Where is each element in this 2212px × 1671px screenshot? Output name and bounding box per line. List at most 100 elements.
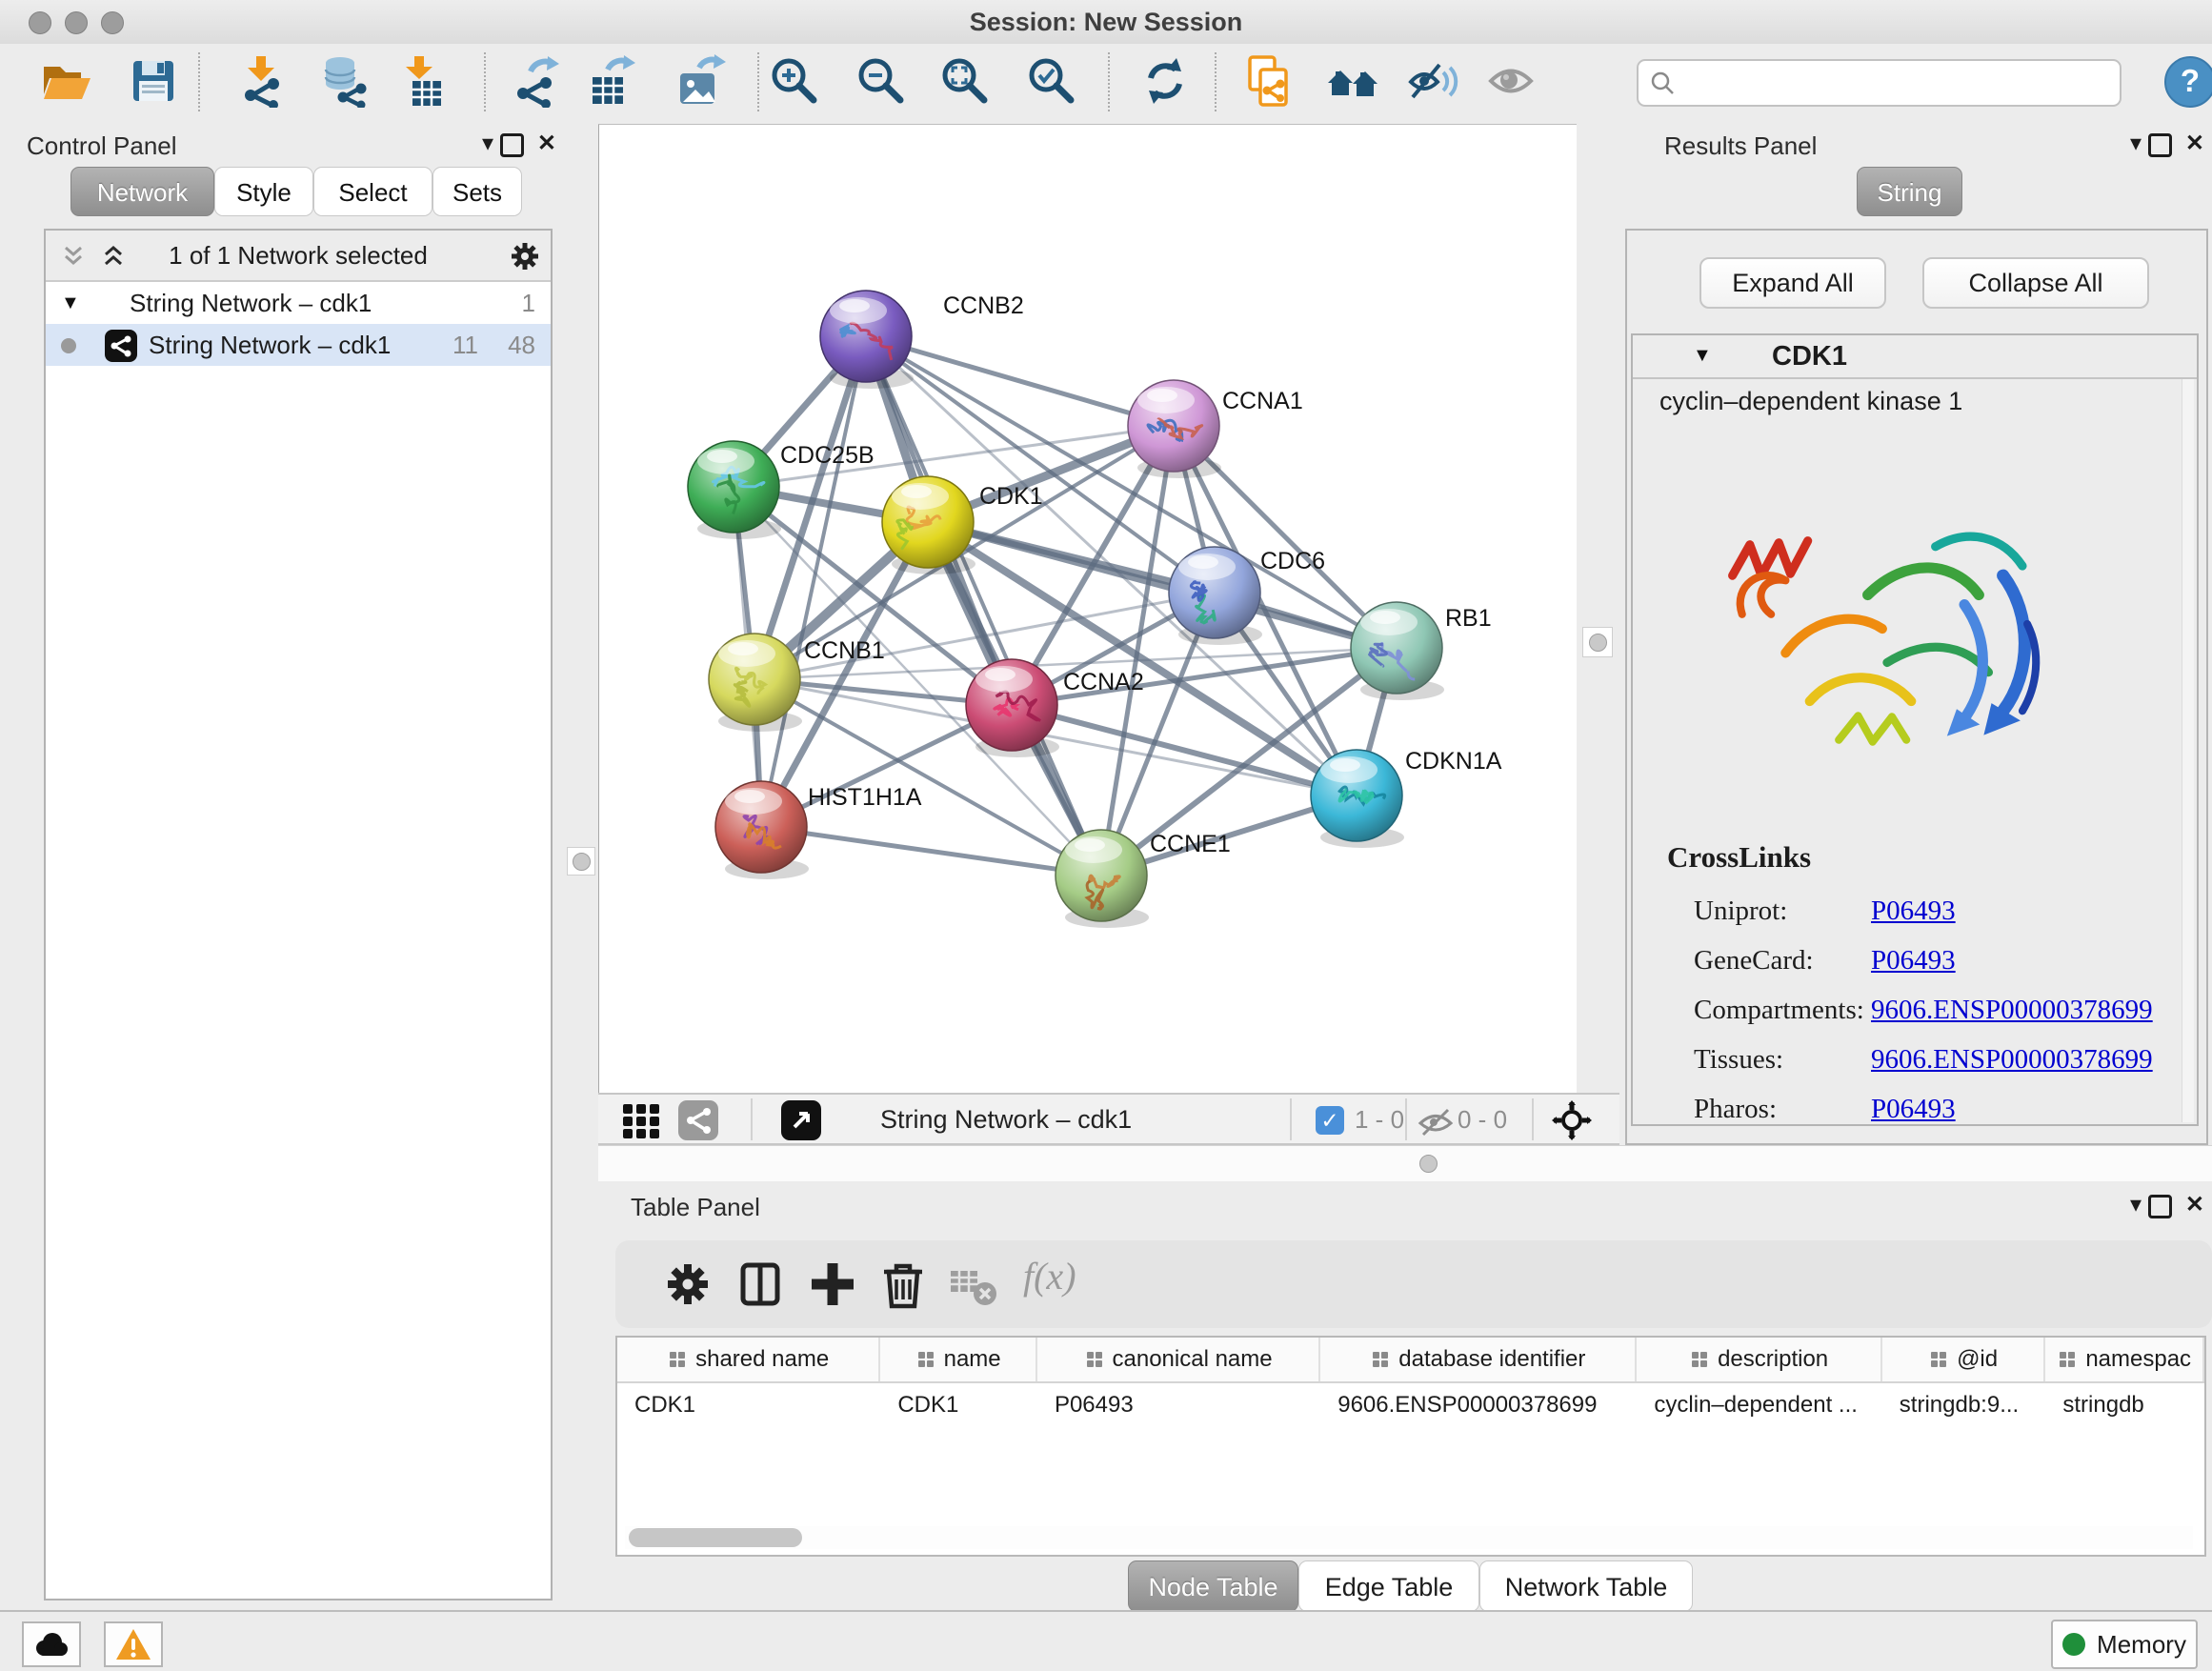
open-session-icon[interactable] bbox=[40, 54, 93, 108]
splitter-handle-icon[interactable] bbox=[1582, 627, 1613, 657]
first-neighbors-icon[interactable] bbox=[1326, 54, 1379, 108]
memory-label: Memory bbox=[2097, 1630, 2186, 1660]
selected-checkbox-icon[interactable]: ✓ bbox=[1316, 1106, 1344, 1135]
network-view-icon[interactable] bbox=[678, 1100, 718, 1140]
section-expander-icon[interactable]: ▼ bbox=[1693, 345, 1712, 367]
column-header-namespac[interactable]: namespac bbox=[2045, 1338, 2204, 1381]
table-cell[interactable]: CDK1 bbox=[617, 1383, 880, 1427]
refresh-icon[interactable] bbox=[1138, 54, 1192, 108]
network-collection-row[interactable]: ▼ String Network – cdk1 1 bbox=[46, 282, 551, 324]
horizontal-splitter[interactable] bbox=[598, 1145, 2212, 1183]
collection-count: 1 bbox=[522, 282, 535, 324]
table-cell[interactable]: stringdb:9... bbox=[1882, 1383, 2046, 1427]
crosslink-link[interactable]: P06493 bbox=[1871, 896, 1956, 927]
column-header-canonical-name[interactable]: canonical name bbox=[1037, 1338, 1320, 1381]
gear-icon[interactable] bbox=[511, 242, 539, 271]
tab-edge-table[interactable]: Edge Table bbox=[1298, 1560, 1479, 1612]
tab-string[interactable]: String bbox=[1857, 167, 1962, 216]
column-header--id[interactable]: @id bbox=[1882, 1338, 2046, 1381]
search-input[interactable] bbox=[1684, 63, 2107, 101]
close-panel-icon[interactable]: ✕ bbox=[537, 130, 556, 157]
import-database-icon[interactable] bbox=[319, 54, 372, 108]
show-all-icon[interactable] bbox=[1485, 54, 1538, 108]
zoom-out-icon[interactable] bbox=[855, 54, 908, 108]
zoom-fit-icon[interactable] bbox=[938, 54, 992, 108]
tab-sets[interactable]: Sets bbox=[432, 167, 522, 216]
export-table-icon[interactable] bbox=[585, 54, 638, 108]
left-splitter[interactable] bbox=[564, 124, 598, 1610]
protein-section-header[interactable]: ▼ CDK1 bbox=[1633, 335, 2197, 379]
import-network-icon[interactable] bbox=[237, 54, 291, 108]
warning-icon bbox=[114, 1627, 152, 1661]
maximize-panel-icon[interactable] bbox=[500, 133, 524, 157]
crosslink-link[interactable]: 9606.ENSP00000378699 bbox=[1871, 995, 2153, 1026]
tab-style[interactable]: Style bbox=[214, 167, 313, 216]
edge-CCNB2-HIST1H1A[interactable] bbox=[761, 336, 866, 827]
edge-HIST1H1A-CCNE1[interactable] bbox=[761, 827, 1101, 876]
network-canvas[interactable]: CCNB2CCNA1CDC25BCDK1CDC6RB1CCNB1CCNA2CDK… bbox=[598, 124, 1578, 1094]
protein-name: CDK1 bbox=[1772, 335, 1847, 377]
network-list-header: 1 of 1 Network selected bbox=[46, 231, 551, 282]
delete-column-icon[interactable] bbox=[876, 1258, 930, 1311]
table-cell[interactable]: stringdb bbox=[2045, 1383, 2204, 1427]
expand-all-button[interactable]: Expand All bbox=[1699, 257, 1886, 309]
warning-button[interactable] bbox=[104, 1621, 163, 1667]
crosslink-link[interactable]: P06493 bbox=[1871, 1094, 1956, 1125]
tab-node-table[interactable]: Node Table bbox=[1128, 1560, 1298, 1612]
network-row[interactable]: String Network – cdk1 11 48 bbox=[46, 324, 551, 366]
hide-selected-icon[interactable] bbox=[1405, 54, 1458, 108]
export-image-icon[interactable] bbox=[674, 54, 728, 108]
table-cell[interactable]: CDK1 bbox=[880, 1383, 1037, 1427]
float-panel-icon[interactable]: ▾ bbox=[2130, 130, 2142, 157]
scrollbar-thumb[interactable] bbox=[629, 1528, 802, 1547]
tab-network-table[interactable]: Network Table bbox=[1479, 1560, 1693, 1612]
crosslinks-heading: CrossLinks bbox=[1667, 840, 2182, 875]
toolbar-separator bbox=[1108, 52, 1110, 111]
search-field[interactable] bbox=[1637, 59, 2122, 107]
grid-view-icon[interactable] bbox=[621, 1100, 661, 1140]
collection-expander-icon[interactable]: ▼ bbox=[61, 282, 80, 324]
table-panel: Table Panel ▾ ✕ f(x) shared namena bbox=[598, 1181, 2212, 1610]
results-scrollbar[interactable] bbox=[2182, 379, 2194, 1122]
collapse-all-button[interactable]: Collapse All bbox=[1922, 257, 2149, 309]
duplicate-network-icon[interactable] bbox=[1242, 54, 1296, 108]
table-row[interactable]: CDK1CDK1P064939606.ENSP00000378699cyclin… bbox=[617, 1383, 2204, 1427]
table-settings-gear-icon[interactable] bbox=[661, 1258, 714, 1311]
tab-select[interactable]: Select bbox=[313, 167, 432, 216]
table-cell[interactable]: 9606.ENSP00000378699 bbox=[1320, 1383, 1637, 1427]
column-header-shared-name[interactable]: shared name bbox=[617, 1338, 880, 1381]
cloud-button[interactable] bbox=[22, 1621, 81, 1667]
splitter-handle-icon[interactable] bbox=[1419, 1155, 1438, 1173]
crosslink-link[interactable]: P06493 bbox=[1871, 945, 1956, 976]
help-button[interactable]: ? bbox=[2164, 56, 2212, 108]
tab-network[interactable]: Network bbox=[70, 167, 214, 216]
float-panel-icon[interactable]: ▾ bbox=[482, 130, 493, 157]
export-network-icon[interactable] bbox=[512, 54, 565, 108]
memory-button[interactable]: Memory bbox=[2051, 1620, 2198, 1669]
table-hscrollbar[interactable] bbox=[625, 1526, 2193, 1549]
add-column-icon[interactable] bbox=[806, 1258, 859, 1311]
function-builder-icon: f(x) bbox=[1023, 1254, 1076, 1299]
column-header-description[interactable]: description bbox=[1637, 1338, 1881, 1381]
maximize-panel-icon[interactable] bbox=[2148, 133, 2172, 157]
splitter-handle-icon[interactable] bbox=[567, 847, 595, 876]
table-cell[interactable]: P06493 bbox=[1037, 1383, 1320, 1427]
close-panel-icon[interactable]: ✕ bbox=[2185, 130, 2204, 157]
zoom-in-icon[interactable] bbox=[768, 54, 821, 108]
save-session-icon[interactable] bbox=[127, 54, 180, 108]
import-table-icon[interactable] bbox=[395, 54, 449, 108]
right-splitter[interactable] bbox=[1577, 124, 1621, 1093]
zoom-selected-icon[interactable] bbox=[1025, 54, 1078, 108]
close-panel-icon[interactable]: ✕ bbox=[2185, 1191, 2204, 1218]
maximize-panel-icon[interactable] bbox=[2148, 1195, 2172, 1218]
birds-eye-icon[interactable] bbox=[1552, 1100, 1592, 1140]
column-header-name[interactable]: name bbox=[880, 1338, 1037, 1381]
node-table[interactable]: shared namenamecanonical namedatabase id… bbox=[615, 1336, 2206, 1557]
open-in-window-icon[interactable] bbox=[781, 1100, 821, 1140]
network-selection-status: 1 of 1 Network selected bbox=[46, 231, 551, 280]
float-panel-icon[interactable]: ▾ bbox=[2130, 1191, 2142, 1218]
column-header-database-identifier[interactable]: database identifier bbox=[1320, 1338, 1637, 1381]
table-cell[interactable]: cyclin–dependent ... bbox=[1637, 1383, 1881, 1427]
show-columns-icon[interactable] bbox=[734, 1258, 787, 1311]
crosslink-link[interactable]: 9606.ENSP00000378699 bbox=[1871, 1044, 2153, 1076]
